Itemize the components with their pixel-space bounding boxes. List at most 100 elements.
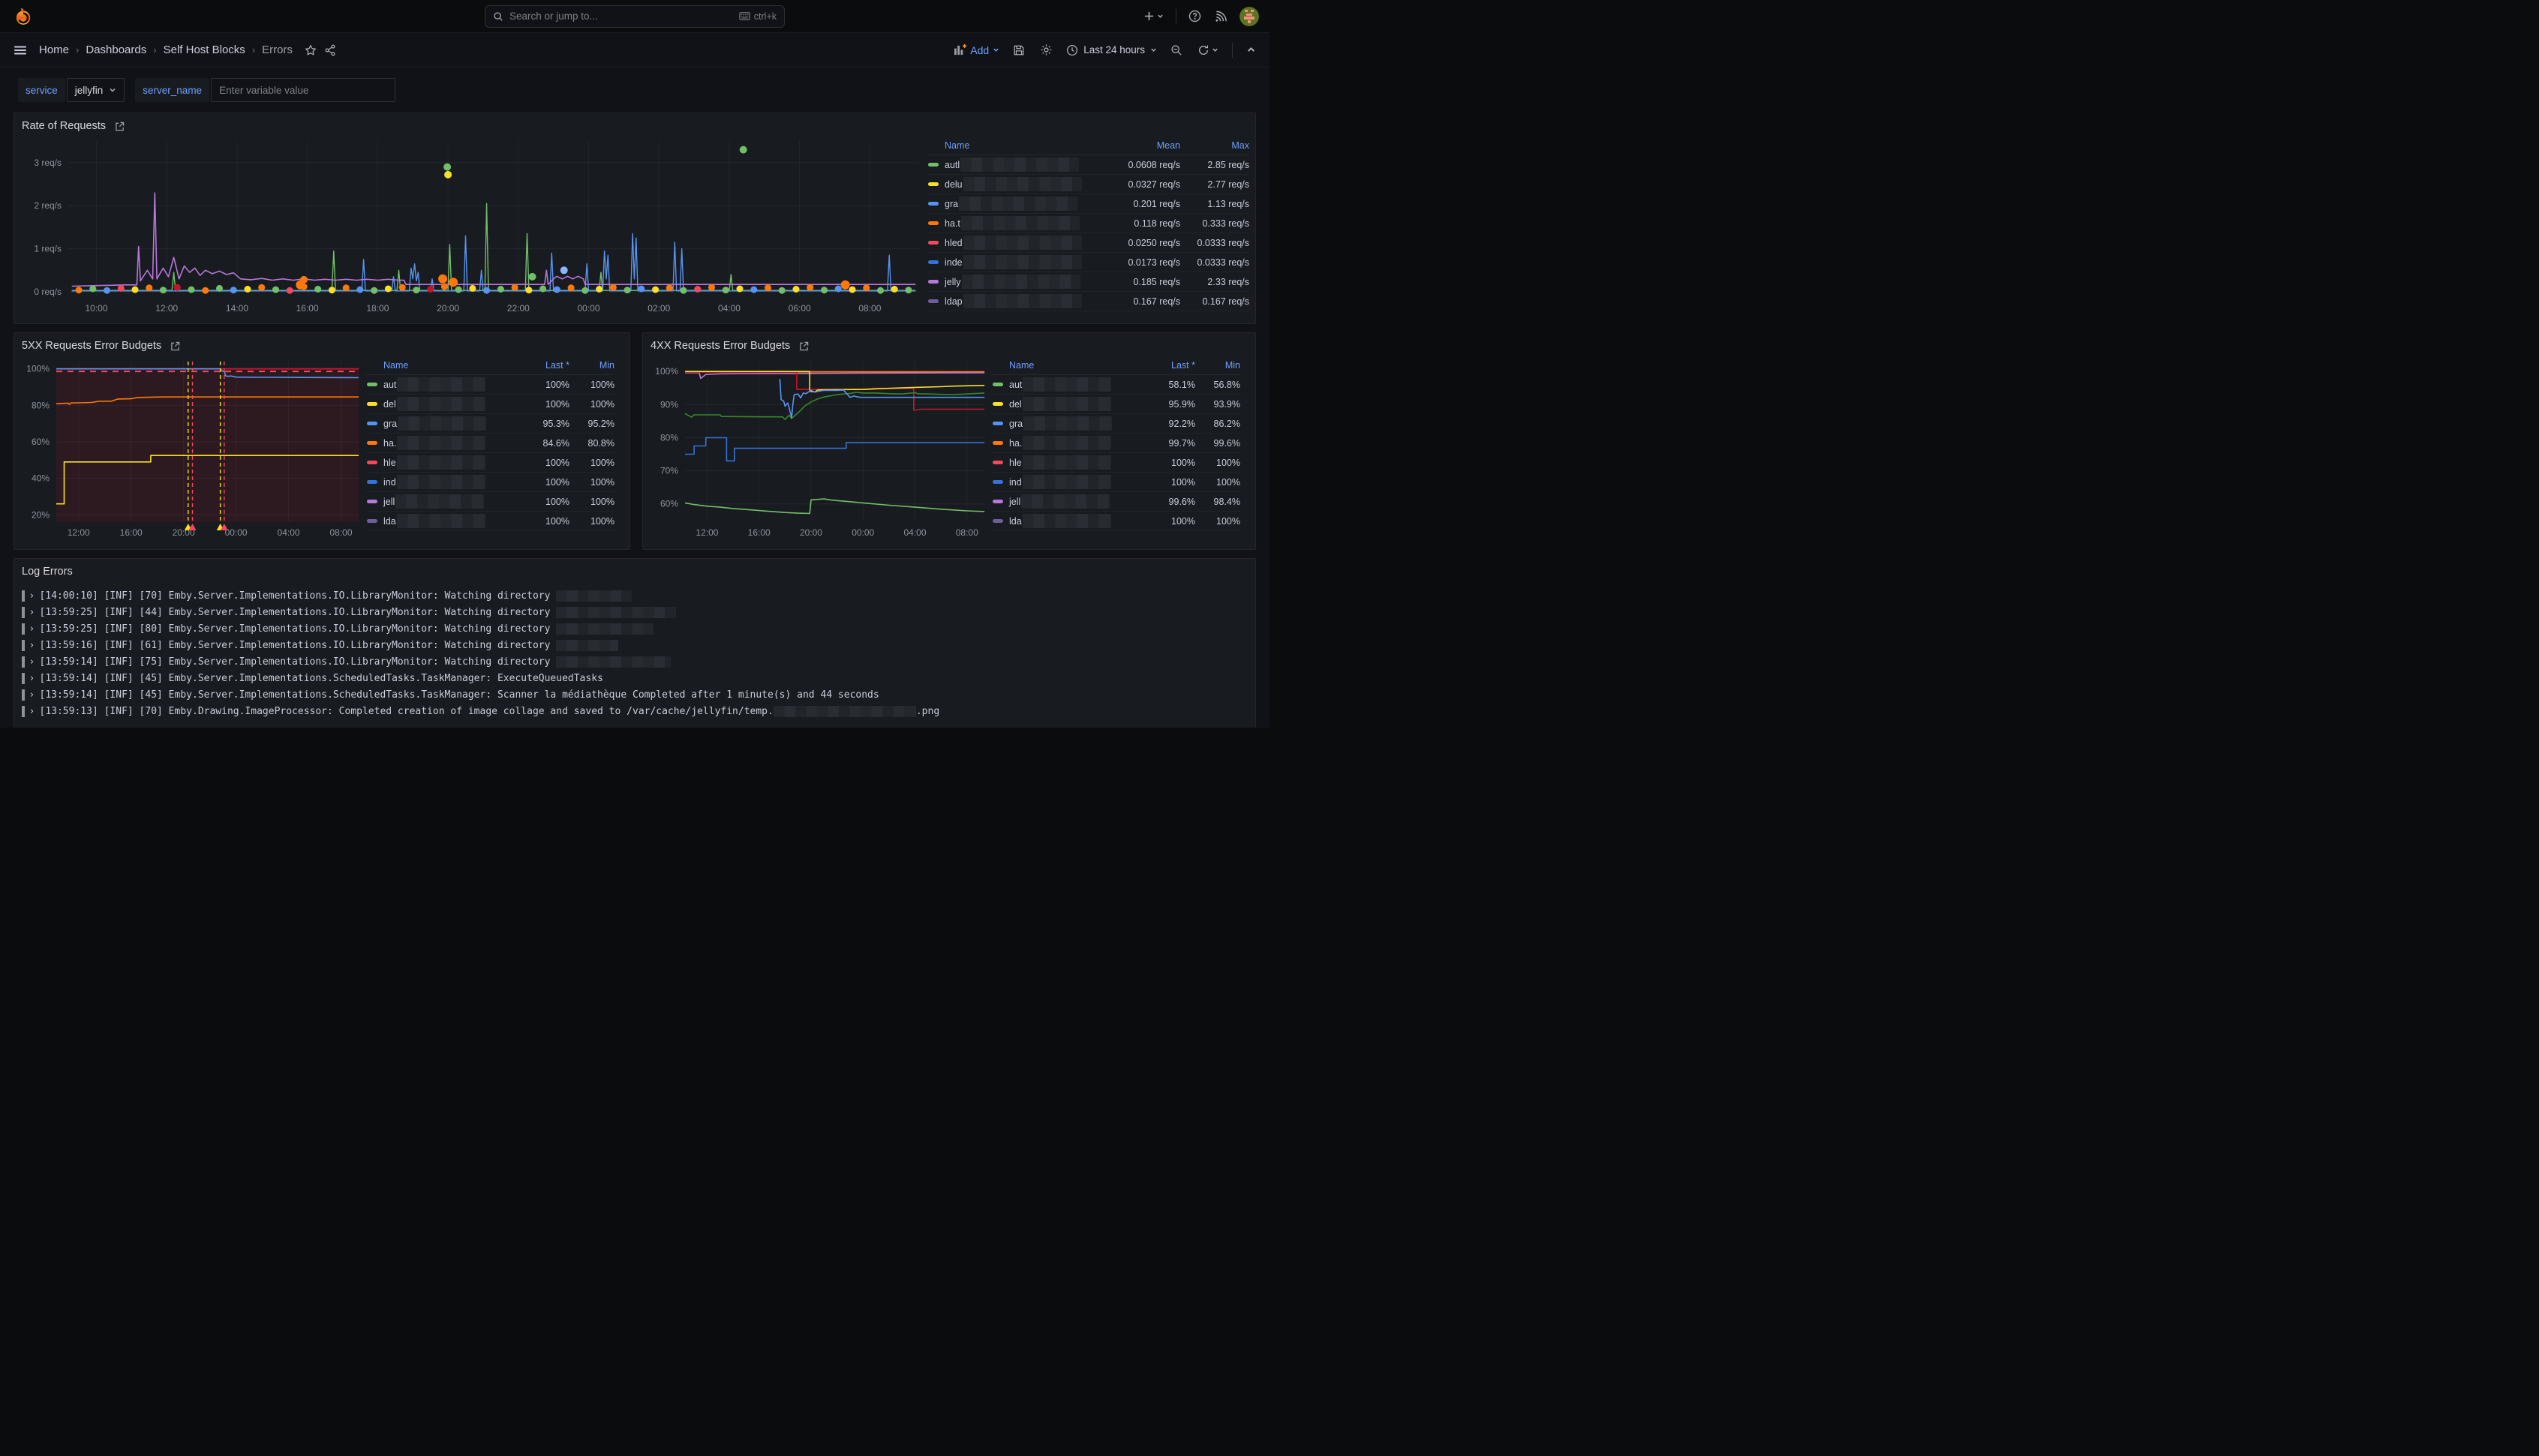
legend-value-1: 100% <box>515 380 569 390</box>
svg-text:1 req/s: 1 req/s <box>34 244 62 254</box>
breadcrumb: Home › Dashboards › Self Host Blocks › E… <box>39 44 293 56</box>
panel-log-errors: Log Errors ›[14:00:10] [INF] [70] Emby.S… <box>14 558 1256 728</box>
legend-row[interactable]: del95.9%93.9% <box>991 395 1240 414</box>
new-button[interactable] <box>1142 9 1165 23</box>
legend-row[interactable]: del100%100% <box>365 395 614 414</box>
variable-service-select[interactable]: jellyfin <box>67 78 125 102</box>
keyboard-icon <box>739 12 750 20</box>
redacted-name <box>397 514 485 528</box>
panel-title-logs[interactable]: Log Errors <box>22 566 73 578</box>
redacted-name <box>397 475 485 489</box>
legend-row[interactable]: gra0.201 req/s1.13 req/s <box>927 194 1249 214</box>
legend-value-2: 2.33 req/s <box>1180 277 1249 287</box>
legend-row[interactable]: aut58.1%56.8% <box>991 375 1240 395</box>
e4-chart[interactable]: 60%70%80%90%100%12:0016:0020:0000:0004:0… <box>649 356 991 543</box>
variable-servername-input[interactable] <box>211 78 395 102</box>
zoom-out-button[interactable] <box>1169 43 1184 58</box>
log-level-bar <box>22 673 25 684</box>
svg-text:100%: 100% <box>26 364 50 374</box>
add-panel-icon <box>954 44 966 56</box>
external-link-icon[interactable] <box>115 122 125 131</box>
expand-chevron-icon[interactable]: › <box>29 689 40 701</box>
breadcrumb-folder[interactable]: Self Host Blocks <box>164 44 245 56</box>
legend-row[interactable]: ha.84.6%80.8% <box>365 434 614 453</box>
log-line[interactable]: ›[13:59:16] [INF] [61] Emby.Server.Imple… <box>22 637 1248 653</box>
legend-row[interactable]: inde0.0173 req/s0.0333 req/s <box>927 253 1249 272</box>
avatar[interactable] <box>1239 7 1259 26</box>
add-panel-button[interactable]: Add <box>954 44 999 56</box>
panel-title-rate[interactable]: Rate of Requests <box>22 120 106 132</box>
panel-title-5xx[interactable]: 5XX Requests Error Budgets <box>22 340 161 352</box>
series-color-dot <box>928 241 939 245</box>
help-icon <box>1188 10 1201 23</box>
log-line[interactable]: ›[13:59:25] [INF] [44] Emby.Server.Imple… <box>22 604 1248 620</box>
legend-row[interactable]: jell99.6%98.4% <box>991 492 1240 512</box>
legend-row[interactable]: gra92.2%86.2% <box>991 414 1240 434</box>
series-color-dot <box>993 383 1003 386</box>
legend-value-2: 100% <box>1195 516 1240 527</box>
legend-row[interactable]: gra95.3%95.2% <box>365 414 614 434</box>
expand-chevron-icon[interactable]: › <box>29 673 40 684</box>
save-dashboard-button[interactable] <box>1011 43 1026 58</box>
expand-chevron-icon[interactable]: › <box>29 623 40 635</box>
legend-value-2: 2.77 req/s <box>1180 179 1249 190</box>
legend-row[interactable]: ind100%100% <box>991 473 1240 492</box>
news-button[interactable] <box>1213 8 1229 24</box>
legend-row[interactable]: autl0.0608 req/s2.85 req/s <box>927 155 1249 175</box>
log-line[interactable]: ›[13:59:14] [INF] [75] Emby.Server.Imple… <box>22 653 1248 670</box>
legend-row[interactable]: jell100%100% <box>365 492 614 512</box>
e5-legend: NameLast *Minaut100%100%del100%100%gra95… <box>365 356 614 543</box>
time-range-label: Last 24 hours <box>1083 44 1145 56</box>
legend-row[interactable]: ha.99.7%99.6% <box>991 434 1240 453</box>
favorite-button[interactable] <box>303 43 318 58</box>
external-link-icon[interactable] <box>170 341 180 351</box>
refresh-button[interactable] <box>1196 43 1220 58</box>
svg-text:20%: 20% <box>32 509 50 520</box>
time-range-picker[interactable]: Last 24 hours <box>1066 44 1157 56</box>
expand-chevron-icon[interactable]: › <box>29 706 40 717</box>
refresh-icon <box>1197 44 1209 56</box>
expand-chevron-icon[interactable]: › <box>29 640 40 651</box>
legend-row[interactable]: ldap0.167 req/s0.167 req/s <box>927 292 1249 311</box>
log-line[interactable]: ›[13:59:14] [INF] [45] Emby.Server.Imple… <box>22 686 1248 703</box>
legend-row[interactable]: hle100%100% <box>991 453 1240 473</box>
panel-title-4xx[interactable]: 4XX Requests Error Budgets <box>651 340 790 352</box>
legend-row[interactable]: lda100%100% <box>991 512 1240 531</box>
legend-row[interactable]: jelly0.185 req/s2.33 req/s <box>927 272 1249 292</box>
grafana-logo-icon[interactable] <box>14 7 33 26</box>
breadcrumb-dashboards[interactable]: Dashboards <box>86 44 146 56</box>
e5-chart[interactable]: 20%40%60%80%100%12:0016:0020:0000:0004:0… <box>20 356 365 543</box>
expand-chevron-icon[interactable]: › <box>29 607 40 618</box>
log-line[interactable]: ›[13:59:25] [INF] [80] Emby.Server.Imple… <box>22 620 1248 637</box>
legend-row[interactable]: ha.t0.118 req/s0.333 req/s <box>927 214 1249 233</box>
log-lines: ›[14:00:10] [INF] [70] Emby.Server.Imple… <box>14 581 1255 719</box>
series-name: ldap <box>945 296 963 307</box>
search-input[interactable]: Search or jump to... ctrl+k <box>485 5 785 28</box>
log-line[interactable]: ›[13:59:13] [INF] [70] Emby.Drawing.Imag… <box>22 703 1248 719</box>
legend-value-1: 95.9% <box>1141 399 1195 410</box>
legend-row[interactable]: delu0.0327 req/s2.77 req/s <box>927 175 1249 194</box>
log-line[interactable]: ›[14:00:10] [INF] [70] Emby.Server.Imple… <box>22 587 1248 604</box>
external-link-icon[interactable] <box>799 341 809 351</box>
breadcrumb-home[interactable]: Home <box>39 44 69 56</box>
legend-row[interactable]: hle100%100% <box>365 453 614 473</box>
mega-menu-button[interactable] <box>12 42 29 59</box>
legend-row[interactable]: aut100%100% <box>365 375 614 395</box>
expand-chevron-icon[interactable]: › <box>29 656 40 668</box>
collapse-toolbar-button[interactable] <box>1245 44 1257 56</box>
expand-chevron-icon[interactable]: › <box>29 590 40 602</box>
rate-chart[interactable]: 0 req/s1 req/s2 req/s3 req/s10:0012:0014… <box>20 136 927 317</box>
svg-text:08:00: 08:00 <box>956 527 978 538</box>
legend-row[interactable]: ind100%100% <box>365 473 614 492</box>
legend-row[interactable]: hled0.0250 req/s0.0333 req/s <box>927 233 1249 253</box>
log-line[interactable]: ›[13:59:14] [INF] [45] Emby.Server.Imple… <box>22 670 1248 686</box>
share-icon <box>324 44 336 56</box>
dashboard-settings-button[interactable] <box>1038 42 1054 58</box>
hamburger-icon <box>14 44 27 57</box>
share-button[interactable] <box>323 43 338 58</box>
panel-4xx-error-budgets: 4XX Requests Error Budgets 60%70%80%90%1… <box>642 332 1256 550</box>
help-button[interactable] <box>1187 8 1203 24</box>
legend-row[interactable]: lda100%100% <box>365 512 614 531</box>
svg-text:40%: 40% <box>32 473 50 484</box>
redacted-name <box>963 236 1082 250</box>
